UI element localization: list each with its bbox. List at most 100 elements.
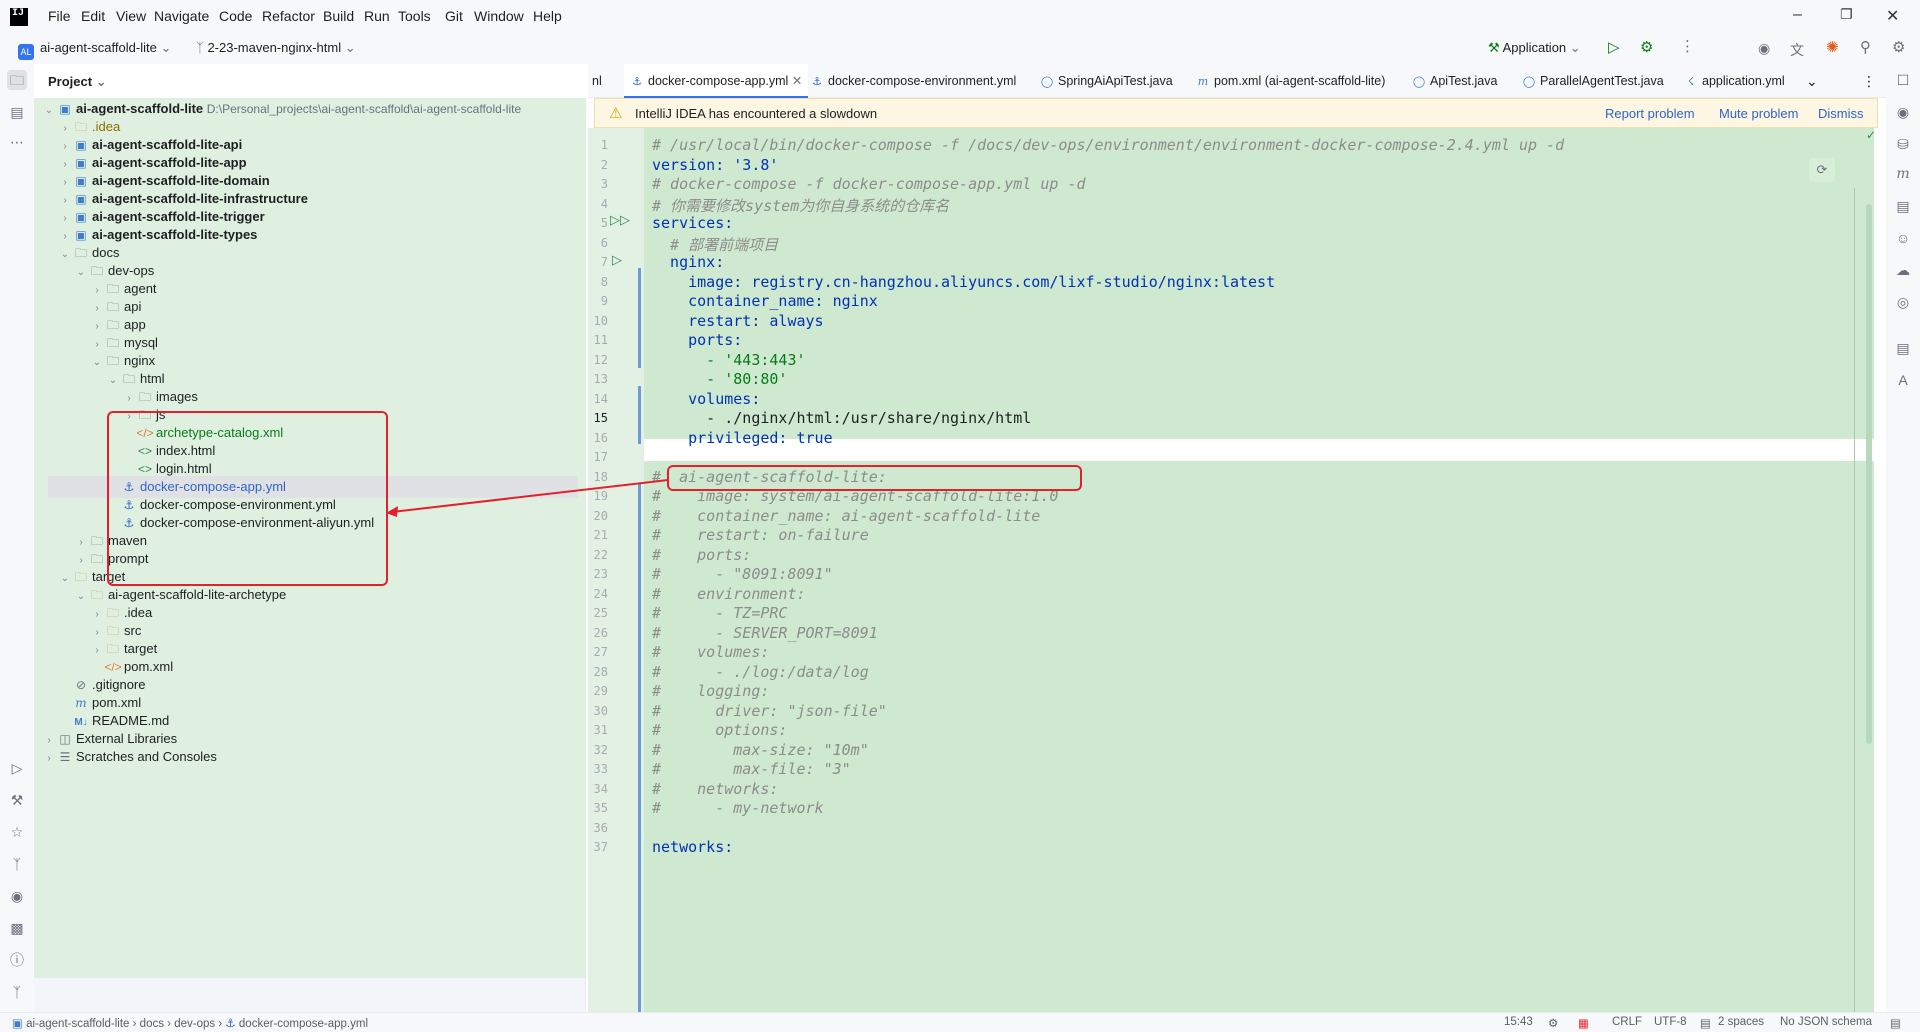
maven-icon[interactable]: m	[1893, 164, 1913, 184]
docker-file-icon: ⚓	[632, 76, 642, 88]
menu-code[interactable]: Code	[219, 8, 252, 24]
windows-icon[interactable]: ▦	[1578, 1016, 1589, 1030]
tab-pom[interactable]: m pom.xml (ai-agent-scaffold-lite)	[1196, 64, 1386, 98]
run-config-selector[interactable]: ⚒ Application ⌄	[1488, 40, 1581, 56]
line-number: 14	[593, 391, 608, 406]
minimize-icon[interactable]: –	[1793, 6, 1802, 24]
tab-truncated[interactable]: nl	[592, 64, 602, 98]
project-switcher[interactable]: AL ai-agent-scaffold-lite ⌄	[18, 40, 171, 60]
debug-icon[interactable]: ⚙	[1640, 38, 1653, 56]
code-with-me-icon[interactable]: ◉	[1758, 40, 1770, 57]
menu-git[interactable]: Git	[445, 8, 463, 24]
json-schema[interactable]: No JSON schema	[1780, 1016, 1872, 1028]
reload-icon[interactable]: ⟳	[1809, 158, 1835, 182]
menu-tools[interactable]: Tools	[398, 8, 431, 24]
ai-chat-icon[interactable]: ◉	[1893, 102, 1913, 122]
copilot-icon[interactable]: ☺	[1893, 228, 1913, 248]
run-gutter-icon[interactable]: ▷	[612, 252, 622, 268]
text-icon[interactable]: A	[1893, 370, 1913, 390]
menu-build[interactable]: Build	[323, 8, 354, 24]
toolbox-icon[interactable]: ▤	[1893, 338, 1913, 358]
translate-icon[interactable]: 文	[1790, 40, 1804, 60]
maximize-icon[interactable]: ❐	[1840, 6, 1853, 23]
line-number: 11	[593, 333, 608, 347]
breadcrumb-item[interactable]: docs	[140, 1018, 164, 1030]
breadcrumb-item[interactable]: ai-agent-scaffold-lite	[26, 1018, 129, 1030]
breadcrumb-item[interactable]: docker-compose-app.yml	[239, 1018, 368, 1030]
line-number: 4	[600, 196, 608, 211]
tab-parallelagenttest[interactable]: ◯ ParallelAgentTest.java	[1522, 64, 1664, 98]
report-problem-link[interactable]: Report problem	[1605, 106, 1695, 121]
breadcrumb-item[interactable]: dev-ops	[174, 1018, 215, 1030]
menu-view[interactable]: View	[116, 8, 146, 24]
code-line: # /usr/local/bin/docker-compose -f /docs…	[652, 136, 1565, 154]
editor-area: nl ⚓ docker-compose-app.yml ✕ ⚓ docker-com…	[588, 64, 1886, 1012]
menu-navigate[interactable]: Navigate	[154, 8, 209, 24]
menu-run[interactable]: Run	[364, 8, 390, 24]
indent-setting[interactable]: 2 spaces	[1718, 1016, 1764, 1028]
ai-assistant-icon[interactable]: ✺	[1826, 38, 1839, 56]
intellij-logo-icon[interactable]: IJ	[10, 8, 28, 26]
database-icon[interactable]: ⛁	[1893, 134, 1913, 154]
run-tool-icon[interactable]: ▷	[7, 758, 27, 778]
line-separator[interactable]: CRLF	[1612, 1016, 1642, 1028]
code-line: - '443:443'	[652, 350, 806, 369]
settings-icon[interactable]: ⚙	[1892, 38, 1905, 56]
line-number: 23	[593, 567, 608, 581]
inspection-ok-icon[interactable]: ✓	[1866, 128, 1874, 142]
tabs-more-icon[interactable]: ⋮	[1862, 64, 1876, 98]
tab-apitest[interactable]: ◯ ApiTest.java	[1412, 64, 1498, 98]
debug-tool-icon[interactable]: ◉	[7, 886, 27, 906]
notifications-icon[interactable]: ☐	[1893, 70, 1913, 90]
tabs-dropdown-icon[interactable]: ⌄	[1806, 64, 1818, 98]
tab-docker-compose-app[interactable]: ⚓ docker-compose-app.yml ✕	[624, 64, 809, 98]
module-icon: ▣	[12, 1018, 23, 1030]
line-number: 34	[593, 781, 608, 796]
cloud-icon[interactable]: ☁	[1893, 260, 1913, 280]
vcs-status-icon[interactable]: ⚙	[1548, 1016, 1558, 1030]
menu-window[interactable]: Window	[474, 8, 524, 24]
mute-problem-link[interactable]: Mute problem	[1719, 106, 1798, 121]
java-class-icon: ◯	[1412, 76, 1426, 88]
close-icon[interactable]: ✕	[1886, 6, 1899, 26]
project-folder-icon[interactable]: 🗀	[7, 70, 27, 90]
services-tool-icon[interactable]: ☆	[7, 822, 27, 842]
file-encoding[interactable]: UTF-8	[1654, 1016, 1687, 1028]
cursor-position[interactable]: 15:43	[1504, 1016, 1533, 1028]
menu-edit[interactable]: Edit	[81, 8, 105, 24]
lock-icon[interactable]: ▤	[1890, 1016, 1901, 1030]
endpoints-icon[interactable]: ▤	[1893, 196, 1913, 216]
globe-icon[interactable]: ◎	[1893, 292, 1913, 312]
vcs-icon[interactable]: ᛉ	[7, 982, 27, 1002]
git-tool-icon[interactable]: ᛉ	[7, 854, 27, 874]
menu-refactor[interactable]: Refactor	[262, 8, 315, 24]
yaml-file-icon: ☇	[1687, 76, 1695, 88]
more-icon[interactable]: ⋮	[1680, 37, 1695, 55]
line-number: 24	[593, 586, 608, 601]
code-line: # - ./log:/data/log	[652, 662, 869, 681]
tree-item-scratches[interactable]: › ☰ Scratches and Consoles	[42, 746, 217, 768]
change-marker	[638, 386, 641, 444]
tab-springaiapitest[interactable]: ◯ SpringAiApiTest.java	[1040, 64, 1173, 98]
code-line: # - "8091:8091"	[652, 565, 833, 583]
problems-icon[interactable]: ⓘ	[7, 950, 27, 970]
run-icon[interactable]: ▷	[1608, 38, 1620, 56]
tab-application-yml[interactable]: ☇ application.yml	[1684, 64, 1785, 98]
run-gutter-icon[interactable]: ▷▷	[610, 212, 630, 228]
menu-file[interactable]: File	[48, 8, 71, 24]
code-line: nginx:	[652, 253, 725, 271]
tab-docker-compose-environment[interactable]: ⚓ docker-compose-environment.yml	[810, 64, 1016, 98]
build-tool-icon[interactable]: ⚒	[7, 790, 27, 810]
more-tools-icon[interactable]: ⋯	[7, 132, 27, 152]
project-panel-title[interactable]: Project ⌄	[48, 74, 107, 90]
code-editor[interactable]: # /usr/local/bin/docker-compose -f /docs…	[644, 128, 1874, 1012]
terminal-icon[interactable]: ▩	[7, 918, 27, 938]
code-line: # - TZ=PRC	[652, 604, 788, 622]
line-number: 1	[600, 138, 608, 152]
editor-scrollbar[interactable]	[1866, 204, 1872, 744]
branch-switcher[interactable]: ᛉ 2-23-maven-nginx-html ⌄	[196, 40, 356, 56]
menu-help[interactable]: Help	[533, 8, 562, 24]
structure-icon[interactable]: ▤	[7, 102, 27, 122]
search-icon[interactable]: ⚲	[1860, 38, 1871, 56]
dismiss-link[interactable]: Dismiss	[1818, 106, 1864, 121]
